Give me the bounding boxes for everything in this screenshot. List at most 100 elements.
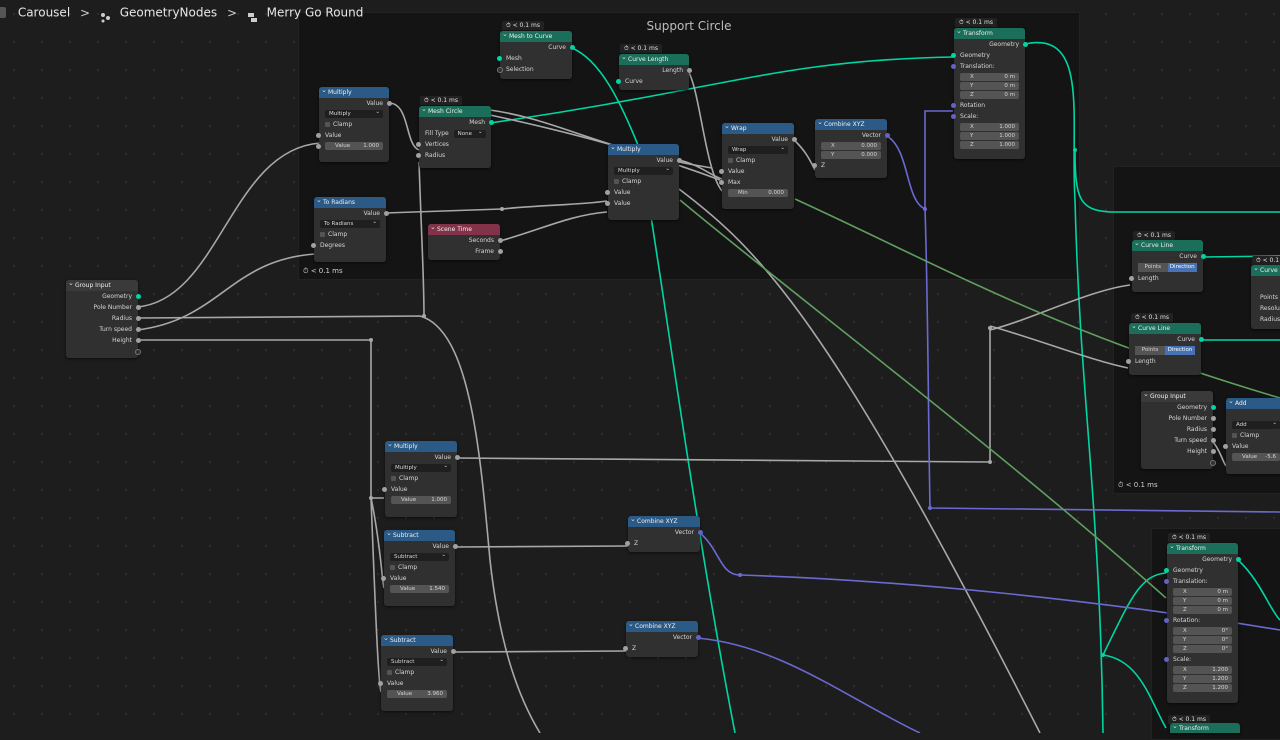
min-field[interactable]: Min 0.000 — [728, 189, 788, 197]
output-socket[interactable] — [136, 338, 141, 343]
node-transform[interactable]: Transform — [1170, 723, 1240, 733]
rotation-z[interactable]: Z 0° — [1173, 645, 1232, 653]
value-field[interactable]: Value 3.960 — [387, 690, 447, 698]
input-socket[interactable] — [1164, 579, 1169, 584]
node-header[interactable]: Multiply — [608, 144, 679, 155]
node-header[interactable]: Transform — [1167, 543, 1238, 554]
node-curve-line[interactable]: Curve Line Curve PointsDirection Length — [1126, 323, 1204, 375]
input-socket[interactable] — [497, 56, 502, 61]
operation-dropdown[interactable]: To Radians — [320, 218, 380, 228]
node-combine-xyz[interactable]: Combine XYZ Vector Z — [623, 621, 701, 657]
rotation-x[interactable]: X 0° — [1173, 627, 1232, 635]
output-socket[interactable] — [136, 316, 141, 321]
output-socket[interactable] — [1211, 438, 1216, 443]
node-add[interactable]: Add Add Clamp Value Value-5.6 — [1223, 398, 1280, 474]
rotation-y[interactable]: Y 0° — [1173, 636, 1232, 644]
mode-toggle[interactable]: Points Direction — [1135, 346, 1195, 355]
operation-dropdown[interactable]: Wrap — [728, 144, 788, 154]
input-socket[interactable] — [605, 190, 610, 195]
node-mesh-to-curve[interactable]: Mesh to Curve Curve Mesh Selection — [497, 31, 575, 79]
fill-type-dropdown[interactable]: None — [453, 128, 486, 138]
input-socket[interactable] — [1164, 657, 1169, 662]
node-header[interactable]: Subtract — [381, 635, 453, 646]
output-socket[interactable] — [135, 349, 141, 355]
mode-toggle[interactable]: Points Direction — [1138, 263, 1197, 272]
input-socket[interactable] — [316, 133, 321, 138]
output-socket[interactable] — [1199, 337, 1204, 342]
mode-direction[interactable]: Direction — [1165, 346, 1195, 355]
node-multiply[interactable]: Multiply Value Multiply Clamp Value Valu… — [605, 144, 682, 220]
node-subtract[interactable]: Subtract Value Subtract Clamp Value Valu… — [378, 635, 456, 711]
node-header[interactable]: Combine XYZ — [628, 516, 700, 527]
output-socket[interactable] — [489, 120, 494, 125]
node-group-input[interactable]: Group Input Geometry Pole Number Radius … — [1141, 391, 1216, 469]
y-field[interactable]: Y 0.000 — [821, 151, 881, 159]
input-socket[interactable] — [311, 243, 316, 248]
node-combine-xyz[interactable]: Combine XYZ Vector Z — [625, 516, 703, 552]
scale-x[interactable]: X 1.200 — [1173, 666, 1232, 674]
translation-z[interactable]: Z0 m — [1173, 606, 1232, 614]
output-socket[interactable] — [1211, 427, 1216, 432]
operation-dropdown[interactable]: Multiply — [325, 108, 383, 118]
output-socket[interactable] — [1023, 42, 1028, 47]
node-group-input[interactable]: Group Input Geometry Pole Number Radius … — [66, 280, 141, 358]
output-socket[interactable] — [698, 530, 703, 535]
output-socket[interactable] — [453, 544, 458, 549]
breadcrumb-item-merry-go-round[interactable]: Merry Go Round — [267, 6, 364, 20]
node-header[interactable]: Mesh to Curve — [500, 31, 572, 42]
node-header[interactable]: Multiply — [385, 441, 457, 452]
mode-direction[interactable]: Direction — [1167, 263, 1197, 272]
x-field[interactable]: X 0.000 — [821, 142, 881, 150]
value-field[interactable]: Value -5.6 — [1232, 453, 1280, 461]
translation-y[interactable]: Y0 m — [1173, 597, 1232, 605]
node-header[interactable]: Add — [1226, 398, 1280, 409]
node-header[interactable]: Transform — [954, 28, 1025, 39]
input-socket[interactable] — [951, 114, 956, 119]
node-header[interactable]: Mesh Circle — [419, 106, 491, 117]
input-socket[interactable] — [1164, 618, 1169, 623]
output-socket[interactable] — [1211, 449, 1216, 454]
input-socket[interactable] — [1223, 444, 1228, 449]
translation-x[interactable]: X0 m — [960, 73, 1019, 81]
output-socket[interactable] — [387, 101, 392, 106]
operation-dropdown[interactable]: Subtract — [390, 551, 449, 561]
node-header[interactable]: Group Input — [66, 280, 138, 291]
input-socket[interactable] — [623, 646, 628, 651]
node-header[interactable]: Subtract — [384, 530, 455, 541]
output-socket[interactable] — [696, 635, 701, 640]
input-socket[interactable] — [1129, 276, 1134, 281]
clamp-checkbox[interactable]: Clamp — [319, 119, 389, 130]
input-socket[interactable] — [378, 681, 383, 686]
node-multiply[interactable]: Multiply Value Multiply Clamp Value Valu… — [316, 87, 392, 162]
output-socket[interactable] — [792, 137, 797, 142]
node-header[interactable]: Curve Length — [619, 54, 689, 65]
output-socket[interactable] — [1236, 557, 1241, 562]
operation-dropdown[interactable]: Add — [1232, 419, 1280, 429]
node-wrap[interactable]: Wrap Value Wrap Clamp Value Max Min0.000 — [719, 123, 797, 209]
clamp-checkbox[interactable]: Clamp — [381, 667, 453, 678]
clamp-checkbox[interactable]: Clamp — [722, 155, 794, 166]
output-socket[interactable] — [136, 327, 141, 332]
input-socket[interactable] — [1164, 568, 1169, 573]
scale-z[interactable]: Z 1.000 — [960, 141, 1019, 149]
node-scene-time[interactable]: Scene Time Seconds Frame — [428, 224, 503, 260]
node-combine-xyz[interactable]: Combine XYZ Vector X0.000 Y0.000 Z — [812, 119, 890, 178]
value-field[interactable]: Value 1.540 — [390, 585, 449, 593]
output-socket[interactable] — [885, 133, 890, 138]
node-header[interactable]: Combine XYZ — [815, 119, 887, 130]
output-socket[interactable] — [455, 455, 460, 460]
node-to-radians[interactable]: To Radians Value To Radians Clamp Degree… — [311, 197, 389, 262]
node-header[interactable]: Group Input — [1141, 391, 1213, 402]
node-transform[interactable]: Transform Geometry Geometry Translation:… — [951, 28, 1028, 159]
node-header[interactable]: Transform — [1170, 723, 1240, 733]
node-curve-partial[interactable]: Curve C Points Resolut Radius — [1251, 265, 1280, 329]
output-socket[interactable] — [1211, 405, 1216, 410]
input-socket[interactable] — [719, 180, 724, 185]
input-socket[interactable] — [416, 153, 421, 158]
node-header[interactable]: To Radians — [314, 197, 386, 208]
operation-dropdown[interactable]: Subtract — [387, 656, 447, 666]
output-socket[interactable] — [384, 211, 389, 216]
operation-dropdown[interactable]: Multiply — [614, 165, 673, 175]
node-transform[interactable]: Transform Geometry Geometry Translation:… — [1164, 543, 1241, 703]
scale-x[interactable]: X 1.000 — [960, 123, 1019, 131]
